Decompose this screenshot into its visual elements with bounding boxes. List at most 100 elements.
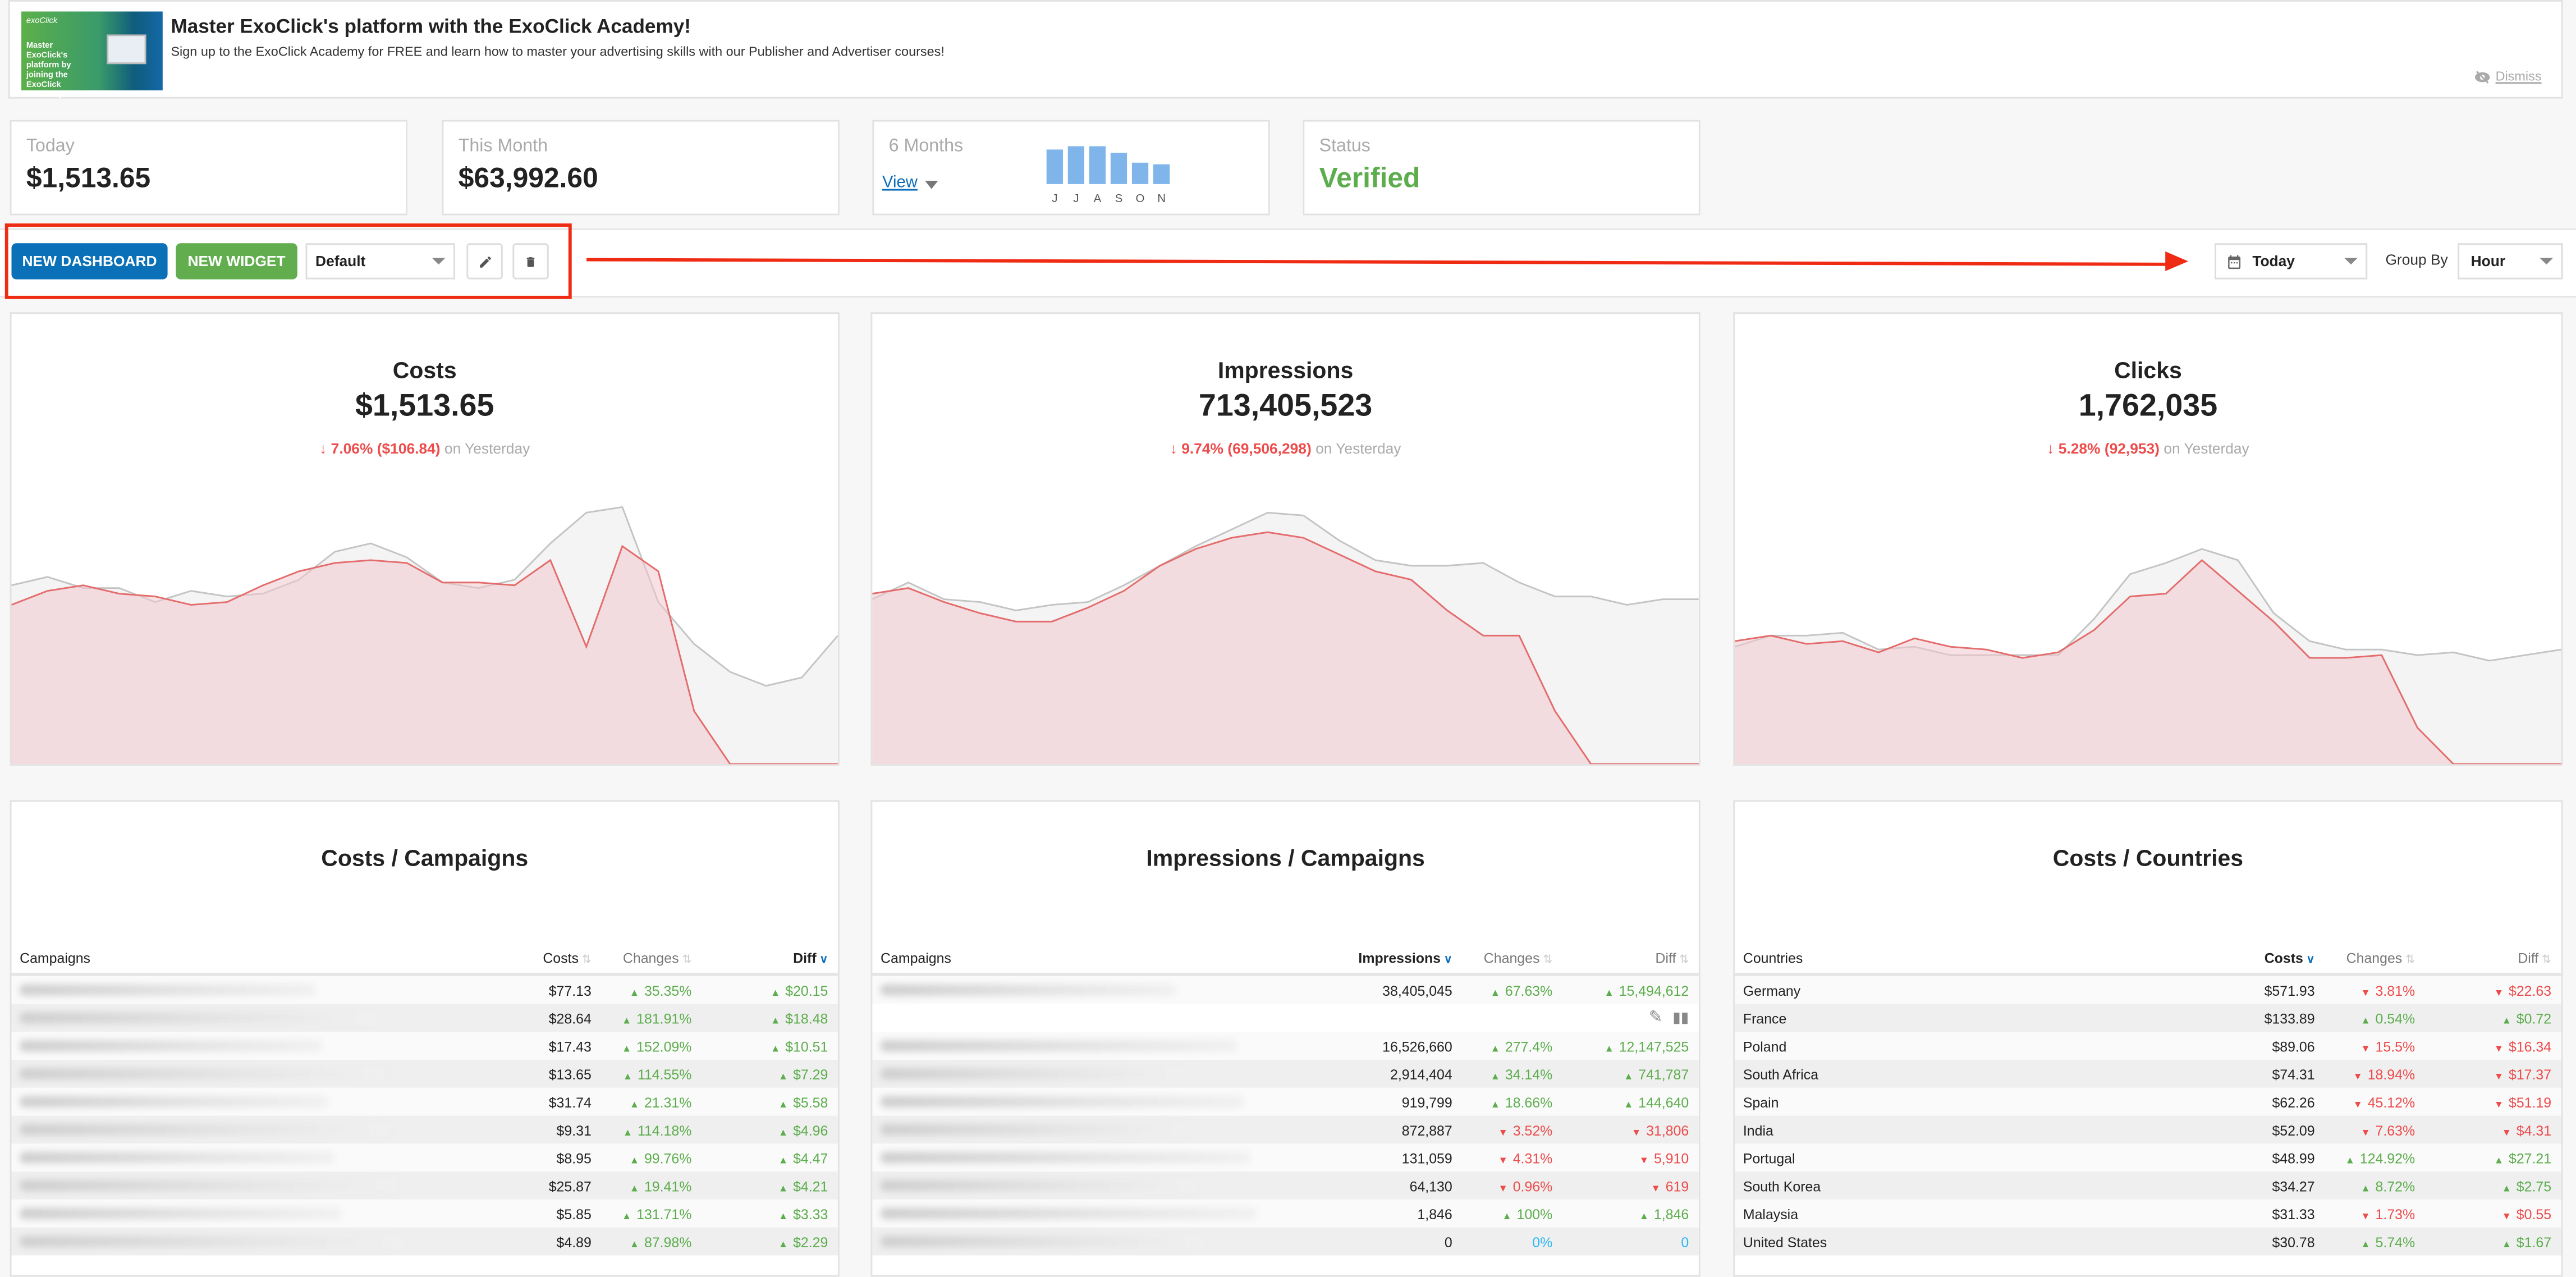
table-row[interactable]: $13.65 ▲ 114.55% ▲ $7.29 bbox=[11, 1060, 838, 1088]
table-row[interactable]: 919,799 ▲ 18.66% ▲ 144,640 bbox=[872, 1087, 1699, 1116]
stat-card-this-month: This Month $63,992.60 bbox=[442, 120, 840, 216]
sort-icon: ⇅ bbox=[1676, 954, 1689, 967]
row-diff: ▼ $22.63 bbox=[2494, 983, 2551, 999]
redacted-campaign-name bbox=[881, 984, 1176, 996]
row-change: ▲ 114.55% bbox=[623, 1067, 692, 1083]
table-row[interactable]: Malaysia $31.33 ▼ 1.73% ▼ $0.55 bbox=[1735, 1199, 2561, 1228]
column-header-countries[interactable]: Countries bbox=[1743, 950, 1803, 966]
trend-down-icon: ▼ bbox=[2353, 1101, 2363, 1111]
table-row[interactable]: $17.43 ▲ 152.09% ▲ $10.51 bbox=[11, 1032, 838, 1060]
table-row[interactable]: $77.13 ▲ 35.35% ▲ $20.15 bbox=[11, 976, 838, 1004]
row-diff-value: $1.67 bbox=[2516, 1234, 2552, 1251]
table-row[interactable]: $25.87 ▲ 19.41% ▲ $4.21 bbox=[11, 1171, 838, 1200]
table-row[interactable]: $28.64 ▲ 181.91% ▲ $18.48 bbox=[11, 1004, 838, 1032]
table-row[interactable]: $5.85 ▲ 131.71% ▲ $3.33 bbox=[11, 1199, 838, 1228]
row-diff: ▲ $18.48 bbox=[771, 1010, 828, 1027]
column-header-costs[interactable]: Costs ⇅ bbox=[543, 950, 591, 966]
column-header-campaigns[interactable]: Campaigns bbox=[881, 950, 951, 966]
stat-value: $63,992.60 bbox=[458, 162, 598, 194]
table-row[interactable]: Spain $62.26 ▼ 45.12% ▼ $51.19 bbox=[1735, 1087, 2561, 1116]
row-diff-value: $3.33 bbox=[793, 1206, 828, 1223]
widget-change: ↓ 9.74% (69,506,298) on Yesterday bbox=[872, 441, 1698, 457]
table-row[interactable]: India $52.09 ▼ 7.63% ▼ $4.31 bbox=[1735, 1115, 2561, 1144]
trend-down-icon: ▼ bbox=[2360, 989, 2371, 999]
column-header-changes[interactable]: Changes ⇅ bbox=[623, 950, 691, 966]
row-value: $31.74 bbox=[548, 1094, 592, 1111]
row-diff-value: 1,846 bbox=[1653, 1206, 1689, 1223]
row-diff-value: $18.48 bbox=[785, 1010, 828, 1027]
table-title: Costs / Campaigns bbox=[321, 844, 529, 871]
table-row[interactable]: 1,846 ▲ 100% ▲ 1,846 bbox=[872, 1199, 1699, 1228]
widget-title: Costs bbox=[392, 356, 457, 383]
row-change: ▲ 99.76% bbox=[630, 1150, 692, 1166]
row-change-value: 5.74% bbox=[2375, 1234, 2415, 1251]
column-header-diff[interactable]: Diff ⇅ bbox=[2518, 950, 2551, 966]
row-change: ▼ 18.94% bbox=[2353, 1067, 2415, 1083]
table-row[interactable]: $8.95 ▲ 99.76% ▲ $4.47 bbox=[11, 1143, 838, 1172]
table-row[interactable]: 872,887 ▼ 3.52% ▼ 31,806 bbox=[872, 1115, 1699, 1144]
table-row[interactable]: France $133.89 ▲ 0.54% ▲ $0.72 bbox=[1735, 1004, 2561, 1032]
table-row[interactable]: Germany $571.93 ▼ 3.81% ▼ $22.63 bbox=[1735, 976, 2561, 1004]
date-range-select[interactable]: Today bbox=[2215, 243, 2368, 280]
table-row[interactable]: United States $30.78 ▲ 5.74% ▲ $1.67 bbox=[1735, 1227, 2561, 1256]
row-name: Portugal bbox=[1743, 1150, 1795, 1167]
view-dropdown-caret-icon[interactable] bbox=[925, 181, 938, 189]
row-value: $17.43 bbox=[548, 1038, 592, 1055]
column-header-diff[interactable]: Diff ∨ bbox=[793, 950, 828, 966]
sort-desc-icon: ∨ bbox=[1441, 954, 1452, 967]
row-change: ▲ 152.09% bbox=[622, 1038, 691, 1055]
column-header-impressions[interactable]: Impressions ∨ bbox=[1358, 950, 1452, 966]
table-row[interactable]: 2,914,404 ▲ 34.14% ▲ 741,787 bbox=[872, 1060, 1699, 1088]
table-row[interactable]: $31.74 ▲ 21.31% ▲ $5.58 bbox=[11, 1087, 838, 1116]
view-link[interactable]: View bbox=[882, 174, 918, 192]
bar-chart-icon[interactable]: ▮▮ bbox=[1672, 1009, 1689, 1027]
table-row[interactable]: South Africa $74.31 ▼ 18.94% ▼ $17.37 bbox=[1735, 1060, 2561, 1088]
table-row[interactable]: 16,526,660 ▲ 277.4% ▲ 12,147,525 bbox=[872, 1032, 1699, 1060]
dismiss-banner-link[interactable]: Dismiss bbox=[2474, 69, 2542, 84]
trend-up-icon: ▲ bbox=[629, 1241, 640, 1251]
row-diff-value: $22.63 bbox=[2508, 982, 2552, 999]
row-change: ▲ 277.4% bbox=[1491, 1038, 1553, 1055]
trend-down-icon: ▼ bbox=[2501, 1129, 2512, 1139]
column-header-costs[interactable]: Costs ∨ bbox=[2265, 950, 2315, 966]
trend-up-icon: ▲ bbox=[771, 1045, 781, 1055]
trend-down-icon: ▼ bbox=[1631, 1129, 1642, 1139]
row-change-value: 7.63% bbox=[2375, 1122, 2415, 1139]
table-row[interactable]: 131,059 ▼ 4.31% ▼ 5,910 bbox=[872, 1143, 1699, 1172]
trend-down-icon: ▼ bbox=[2501, 1212, 2512, 1223]
group-by-select[interactable]: Hour bbox=[2458, 243, 2563, 280]
column-header-diff[interactable]: Diff ⇅ bbox=[1655, 950, 1689, 966]
compare-label: on Yesterday bbox=[2164, 440, 2249, 457]
widget-value: 713,405,523 bbox=[1198, 389, 1373, 424]
row-diff-value: $4.31 bbox=[2516, 1122, 2552, 1139]
table-title: Impressions / Campaigns bbox=[1146, 844, 1425, 871]
trend-down-icon: ▼ bbox=[2494, 989, 2504, 999]
row-value: 0 bbox=[1444, 1234, 1452, 1251]
table-row[interactable]: 38,405,045 ▲ 67.63% ▲ 15,494,612 bbox=[872, 976, 1699, 1004]
table-row[interactable]: Poland $89.06 ▼ 15.5% ▼ $16.34 bbox=[1735, 1032, 2561, 1060]
table-row[interactable]: Portugal $48.99 ▲ 124.92% ▲ $27.21 bbox=[1735, 1143, 2561, 1172]
row-change: ▲ 34.14% bbox=[1491, 1067, 1553, 1083]
academy-banner-image[interactable]: exoClick Master ExoClick's platform by j… bbox=[21, 11, 163, 100]
stat-card-six-months: 6 Months View J J A S O N bbox=[872, 120, 1270, 216]
table-row[interactable]: South Korea $34.27 ▲ 8.72% ▲ $2.75 bbox=[1735, 1171, 2561, 1200]
costs-countries-table: Countries Costs ∨ Changes ⇅ Diff ⇅ Germany $5… bbox=[1735, 945, 2561, 1256]
row-diff-value: $7.29 bbox=[793, 1066, 828, 1083]
row-name: France bbox=[1743, 1010, 1787, 1027]
table-row[interactable]: $4.89 ▲ 87.98% ▲ $2.29 bbox=[11, 1227, 838, 1256]
trend-up-icon: ▲ bbox=[778, 1212, 789, 1223]
column-header-changes[interactable]: Changes ⇅ bbox=[1484, 950, 1552, 966]
table-row[interactable]: $9.31 ▲ 114.18% ▲ $4.96 bbox=[11, 1115, 838, 1144]
column-header-campaigns[interactable]: Campaigns bbox=[20, 950, 90, 966]
table-row[interactable]: 64,130 ▼ 0.96% ▼ 619 bbox=[872, 1171, 1699, 1200]
month-label: S bbox=[1115, 194, 1123, 205]
group-by-label: Group By bbox=[2385, 251, 2448, 268]
clicks-area-chart bbox=[1735, 548, 2561, 765]
edit-row-icon[interactable]: ✎ bbox=[1649, 1009, 1663, 1027]
table-row[interactable]: 0 0% 0 bbox=[872, 1227, 1699, 1256]
row-diff: ▲ 1,846 bbox=[1639, 1206, 1689, 1223]
widget-costs: Costs $1,513.65 ↓ 7.06% ($106.84) on Yes… bbox=[10, 312, 840, 766]
trend-down-icon: ▼ bbox=[2494, 1045, 2504, 1055]
month-bar bbox=[1089, 146, 1106, 184]
column-header-changes[interactable]: Changes ⇅ bbox=[2346, 950, 2415, 966]
